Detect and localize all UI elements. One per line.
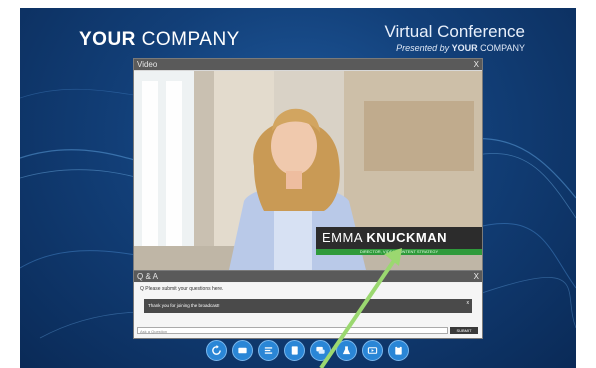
clipboard-icon [395,345,402,355]
qa-panel-title: Q & A [137,272,158,281]
list-icon [264,347,273,354]
qa-message-text: Thank you for joining the broadcast! [148,303,220,308]
company-logo: YOUR COMPANY [79,29,240,50]
flask-icon [342,346,351,355]
speaker-name: EMMA KNUCKMAN [316,227,482,249]
qa-prompt: Q Please submit your questions here. [140,286,224,292]
media-icon [367,347,378,354]
conference-title: Virtual Conference [384,22,526,41]
clipboard-button[interactable] [388,340,409,361]
bottom-toolbar [206,340,409,362]
slides-icon [238,347,247,354]
qa-message-close-button[interactable]: x [467,300,470,306]
qa-panel: Q & A X Q Please submit your questions h… [133,270,483,339]
chat-button[interactable] [310,340,331,361]
video-panel-title: Video [137,60,158,69]
refresh-icon [212,345,221,355]
video-player[interactable]: EMMA KNUCKMAN DIRECTOR, VIDEO CONTENT ST… [134,71,482,270]
video-close-button[interactable]: X [474,59,479,70]
qa-message: Thank you for joining the broadcast! x [144,299,472,313]
document-button[interactable] [284,340,305,361]
conference-subtitle: Presented by YOUR COMPANY [396,43,525,53]
qa-panel-header: Q & A X [134,271,482,282]
conference-background: YOUR COMPANY Virtual Conference Presente… [20,8,576,368]
media-button[interactable] [362,340,383,361]
video-panel-header: Video X [134,59,482,70]
qa-body: Q Please submit your questions here. Tha… [134,283,482,338]
speaker-role: DIRECTOR, VIDEO CONTENT STRATEGY [316,249,482,255]
refresh-button[interactable] [206,340,227,361]
submit-button[interactable]: SUBMIT [450,327,478,334]
qa-close-button[interactable]: X [474,271,479,282]
chat-icon [316,346,325,354]
video-panel: Video X EMMA KNUCKMAN DIRECTOR, VIDEO CO… [133,58,483,271]
question-icon: Q [140,286,144,292]
slides-button[interactable] [232,340,253,361]
list-button[interactable] [258,340,279,361]
question-input[interactable]: Ask a Question [137,327,448,334]
flask-button[interactable] [336,340,357,361]
document-icon [291,346,298,355]
speaker-lower-third: EMMA KNUCKMAN DIRECTOR, VIDEO CONTENT ST… [316,227,482,260]
